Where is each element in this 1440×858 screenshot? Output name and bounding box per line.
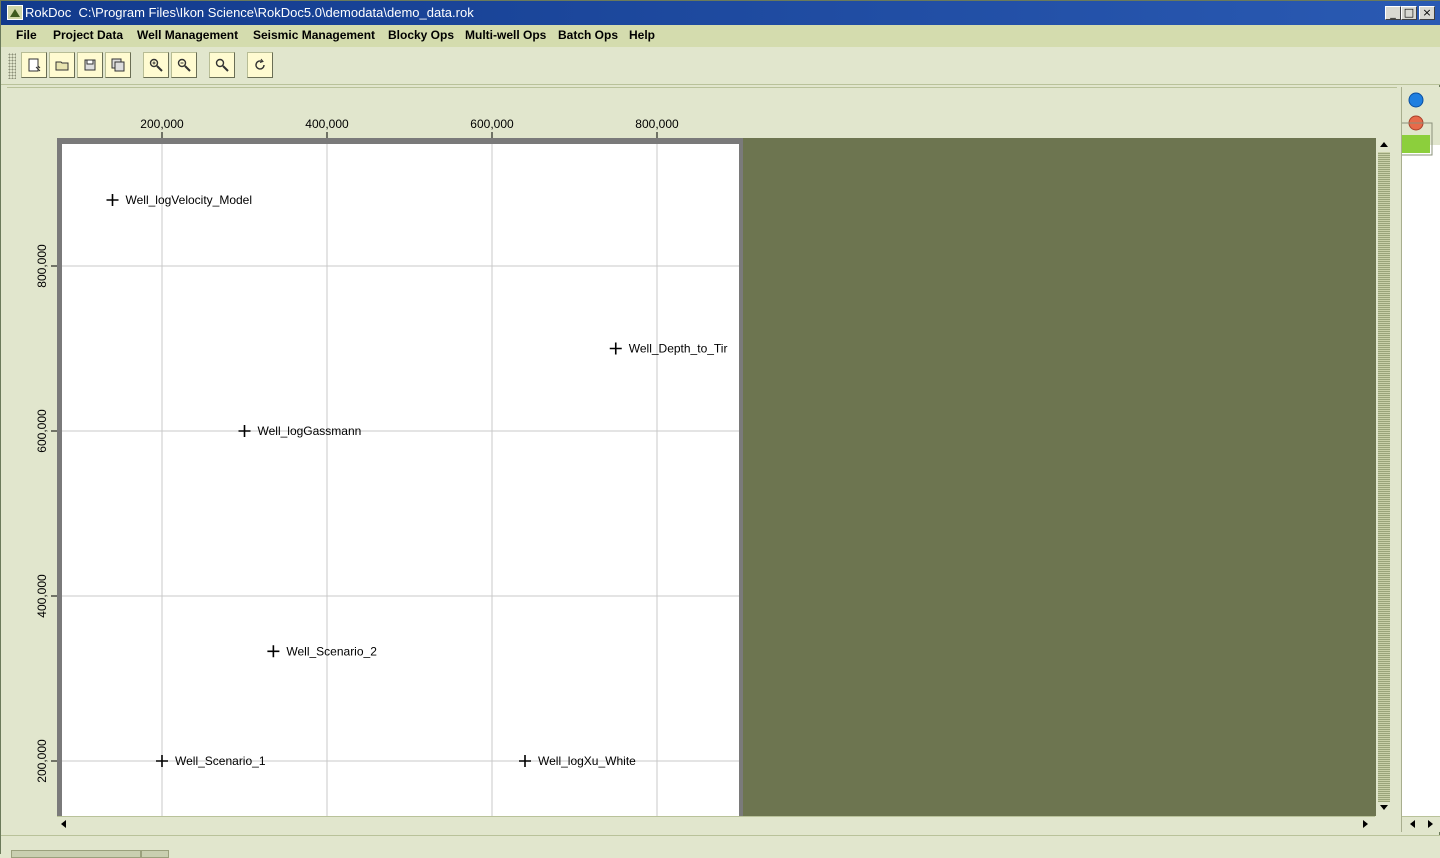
well-location-map[interactable]: 200,000 400,000 600,000 800,000 800,000 … (7, 88, 1397, 832)
x-tick-label: 400,000 (305, 117, 349, 131)
x-tick-label: 800,000 (635, 117, 679, 131)
menu-multi-well-ops[interactable]: Multi-well Ops (465, 28, 546, 42)
map-view[interactable]: 200,000 400,000 600,000 800,000 800,000 … (7, 87, 1397, 831)
zoom-icon (215, 58, 229, 72)
zoom-out-icon (177, 58, 191, 72)
horizontal-scrollbar[interactable] (57, 816, 1375, 832)
menu-batch-ops[interactable]: Batch Ops (558, 28, 618, 42)
blue-circle-icon[interactable] (1408, 92, 1424, 108)
y-tick-label: 400,000 (35, 574, 49, 618)
minimize-button[interactable]: _ (1385, 6, 1401, 20)
status-bar (1, 835, 1440, 858)
menu-blocky-ops[interactable]: Blocky Ops (388, 28, 454, 42)
zoom-out-button[interactable] (171, 52, 197, 78)
well-label: Well_Depth_to_Tir (629, 342, 728, 356)
application-window: RokDoc C:\Program Files\Ikon Science\Rok… (0, 0, 1440, 858)
plot-area (62, 144, 739, 816)
new-document-icon (28, 58, 41, 72)
save-as-icon (111, 58, 125, 72)
save-as-button[interactable] (105, 52, 131, 78)
x-tick-label: 600,000 (470, 117, 514, 131)
vertical-scroll-thumb[interactable] (1378, 152, 1390, 802)
scroll-up-icon[interactable] (1380, 142, 1388, 147)
well-label: Well_logXu_White (538, 754, 636, 768)
save-icon (84, 59, 96, 71)
menu-seismic-management[interactable]: Seismic Management (253, 28, 375, 42)
layers-panel (1401, 87, 1440, 832)
close-button[interactable]: × (1419, 6, 1435, 20)
menu-project-data[interactable]: Project Data (53, 28, 123, 42)
color-swatch[interactable] (1402, 135, 1430, 153)
well-label: Well_logVelocity_Model (126, 193, 253, 207)
layer-icons (1402, 92, 1433, 156)
scroll-left-icon[interactable] (61, 820, 66, 828)
well-marker[interactable]: Well_logGassmann (238, 424, 362, 438)
y-tick-label: 800,000 (35, 244, 49, 288)
well-label: Well_logGassmann (258, 424, 362, 438)
panel-scroll-right-icon[interactable] (1428, 820, 1433, 828)
toolbar-grip[interactable] (8, 53, 16, 79)
menu-file[interactable]: File (16, 28, 37, 42)
open-folder-icon (55, 61, 69, 71)
rokdoc-logo-icon (7, 5, 23, 20)
menu-bar: File Project Data Well Management Seismi… (1, 25, 1440, 47)
rotate-button[interactable] (247, 52, 273, 78)
new-button[interactable] (21, 52, 47, 78)
toolbar (1, 47, 1440, 85)
scroll-down-icon[interactable] (1380, 805, 1388, 810)
save-button[interactable] (77, 52, 103, 78)
scroll-right-icon[interactable] (1363, 820, 1368, 828)
open-button[interactable] (49, 52, 75, 78)
zoom-in-icon (149, 58, 163, 72)
panel-scrollbar[interactable] (1402, 816, 1440, 832)
document-tab[interactable] (141, 850, 169, 858)
window-title: RokDoc C:\Program Files\Ikon Science\Rok… (25, 5, 474, 20)
panel-scroll-left-icon[interactable] (1410, 820, 1415, 828)
well-label: Well_Scenario_2 (286, 644, 377, 658)
y-axis-ticks: 800,000 600,000 400,000 200,000 (35, 244, 49, 783)
document-tab[interactable] (11, 850, 141, 858)
well-label: Well_Scenario_1 (175, 754, 266, 768)
title-bar[interactable]: RokDoc C:\Program Files\Ikon Science\Rok… (1, 1, 1440, 25)
x-tick-label: 200,000 (140, 117, 184, 131)
well-marker[interactable]: Well_logVelocity_Model (106, 193, 253, 207)
y-tick-label: 600,000 (35, 409, 49, 453)
zoom-in-button[interactable] (143, 52, 169, 78)
menu-help[interactable]: Help (629, 28, 655, 42)
zoom-button[interactable] (209, 52, 235, 78)
vertical-scrollbar[interactable] (1376, 138, 1392, 816)
maximize-button[interactable]: □ (1401, 6, 1417, 20)
rotate-icon (255, 58, 265, 70)
x-axis-ticks: 200,000 400,000 600,000 800,000 (140, 117, 679, 131)
y-tick-label: 200,000 (35, 739, 49, 783)
menu-well-management[interactable]: Well Management (137, 28, 238, 42)
